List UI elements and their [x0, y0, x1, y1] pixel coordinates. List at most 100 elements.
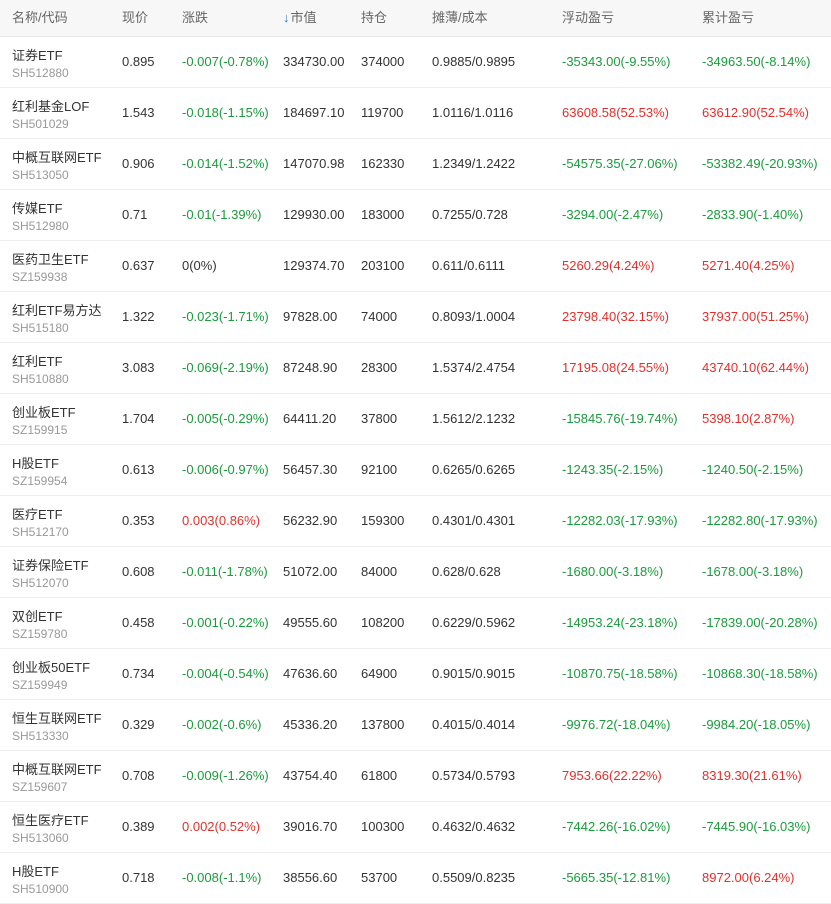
change-cell: -0.018(-1.15%) [182, 105, 269, 120]
float-pl-cell: -5665.35(-12.81%) [562, 870, 671, 885]
cost-cell: 0.4301/0.4301 [432, 513, 516, 528]
holding-cell: 74000 [361, 309, 398, 324]
cum-pl-cell: 8972.00(6.24%) [702, 870, 795, 885]
fund-name[interactable]: H股ETF [12, 453, 59, 472]
change-cell: -0.002(-0.6%) [182, 717, 262, 732]
fund-name[interactable]: 证券保险ETF [12, 555, 89, 574]
fund-code: SH510880 [12, 372, 69, 386]
table-row[interactable]: 恒生互联网ETF SH513330 0.329 -0.002(-0.6%) 45336.… [0, 700, 831, 751]
table-row[interactable]: 红利基金LOF SH501029 1.543 -0.018(-1.15%) 184697… [0, 88, 831, 139]
market-value-cell: 39016.70 [283, 819, 338, 834]
float-pl-cell: 17195.08(24.55%) [562, 360, 669, 375]
price-cell: 0.895 [122, 54, 155, 69]
float-pl-cell: -1680.00(-3.18%) [562, 564, 664, 579]
fund-name[interactable]: 中概互联网ETF [12, 147, 102, 166]
table-row[interactable]: 恒生医疗ETF SH513060 0.389 0.002(0.52%) 39016.70… [0, 802, 831, 853]
fund-code: SH513330 [12, 729, 69, 743]
table-row[interactable]: 医药卫生ETF SZ159938 0.637 0(0%) 129374.70 203100… [0, 241, 831, 292]
holding-cell: 53700 [361, 870, 398, 885]
market-value-cell: 129930.00 [283, 207, 345, 222]
market-value-cell: 97828.00 [283, 309, 338, 324]
fund-code: SH512170 [12, 525, 69, 539]
fund-name[interactable]: 传媒ETF [12, 198, 63, 217]
table-row[interactable]: H股ETF SH510900 0.718 -0.008(-1.1%) 38556.60 5… [0, 853, 831, 904]
fund-name[interactable]: 红利ETF [12, 351, 63, 370]
change-cell: -0.007(-0.78%) [182, 54, 269, 69]
float-pl-cell: -54575.35(-27.06%) [562, 156, 678, 171]
cost-cell: 1.5612/2.1232 [432, 411, 516, 426]
table-header: 名称/代码 现价 涨跌 ↓市值 持仓 摊薄/成本 浮动盈亏 累计盈亏 [0, 0, 831, 37]
change-cell: 0.002(0.52%) [182, 819, 261, 834]
fund-code: SH501029 [12, 117, 69, 131]
fund-code: SH512070 [12, 576, 69, 590]
table-row[interactable]: 证券ETF SH512880 0.895 -0.007(-0.78%) 334730.0… [0, 37, 831, 88]
price-cell: 3.083 [122, 360, 155, 375]
fund-name[interactable]: 双创ETF [12, 606, 63, 625]
cost-cell: 0.7255/0.728 [432, 207, 508, 222]
fund-name[interactable]: 红利ETF易方达 [12, 300, 102, 319]
table-row[interactable]: 传媒ETF SH512980 0.71 -0.01(-1.39%) 129930.00 1… [0, 190, 831, 241]
market-value-cell: 184697.10 [283, 105, 345, 120]
market-value-cell: 49555.60 [283, 615, 338, 630]
fund-name[interactable]: H股ETF [12, 861, 59, 880]
cost-cell: 0.9885/0.9895 [432, 54, 516, 69]
price-cell: 0.708 [122, 768, 155, 783]
change-cell: -0.006(-0.97%) [182, 462, 269, 477]
fund-name[interactable]: 中概互联网ETF [12, 759, 102, 778]
float-pl-cell: -9976.72(-18.04%) [562, 717, 671, 732]
market-value-cell: 147070.98 [283, 156, 345, 171]
cum-pl-cell: -1678.00(-3.18%) [702, 564, 804, 579]
cost-cell: 0.611/0.6111 [432, 258, 506, 273]
price-cell: 0.734 [122, 666, 155, 681]
float-pl-cell: -1243.35(-2.15%) [562, 462, 664, 477]
fund-name[interactable]: 创业板ETF [12, 402, 76, 421]
fund-code: SH513050 [12, 168, 69, 182]
table-row[interactable]: 双创ETF SZ159780 0.458 -0.001(-0.22%) 49555.60… [0, 598, 831, 649]
fund-name[interactable]: 医疗ETF [12, 504, 63, 523]
holding-cell: 162330 [361, 156, 405, 171]
table-row[interactable]: 中概互联网ETF SH513050 0.906 -0.014(-1.52%) 14707… [0, 139, 831, 190]
change-cell: -0.004(-0.54%) [182, 666, 269, 681]
holding-cell: 28300 [361, 360, 398, 375]
fund-code: SZ159915 [12, 423, 68, 437]
holding-cell: 100300 [361, 819, 405, 834]
fund-name[interactable]: 红利基金LOF [12, 96, 89, 115]
cum-pl-cell: -10868.30(-18.58%) [702, 666, 818, 681]
change-cell: -0.069(-2.19%) [182, 360, 269, 375]
cum-pl-cell: 5271.40(4.25%) [702, 258, 795, 273]
table-row[interactable]: 创业板ETF SZ159915 1.704 -0.005(-0.29%) 64411.2… [0, 394, 831, 445]
cost-cell: 0.9015/0.9015 [432, 666, 516, 681]
holding-cell: 37800 [361, 411, 398, 426]
table-row[interactable]: H股ETF SZ159954 0.613 -0.006(-0.97%) 56457.30… [0, 445, 831, 496]
table-row[interactable]: 红利ETF易方达 SH515180 1.322 -0.023(-1.71%) 97828… [0, 292, 831, 343]
fund-name[interactable]: 创业板50ETF [12, 657, 90, 676]
price-cell: 0.613 [122, 462, 155, 477]
change-cell: -0.001(-0.22%) [182, 615, 269, 630]
fund-name[interactable]: 恒生互联网ETF [12, 708, 102, 727]
cost-cell: 0.5509/0.8235 [432, 870, 516, 885]
fund-name[interactable]: 恒生医疗ETF [12, 810, 89, 829]
change-cell: -0.005(-0.29%) [182, 411, 269, 426]
table-row[interactable]: 医疗ETF SH512170 0.353 0.003(0.86%) 56232.90 15… [0, 496, 831, 547]
fund-name[interactable]: 医药卫生ETF [12, 249, 89, 268]
table-row[interactable]: 创业板50ETF SZ159949 0.734 -0.004(-0.54%) 47636… [0, 649, 831, 700]
market-value-cell: 56457.30 [283, 462, 338, 477]
fund-name[interactable]: 证券ETF [12, 45, 63, 64]
fund-code: SZ159949 [12, 678, 68, 692]
table-row[interactable]: 证券保险ETF SH512070 0.608 -0.011(-1.78%) 51072.… [0, 547, 831, 598]
cost-cell: 1.5374/2.4754 [432, 360, 516, 375]
price-cell: 0.389 [122, 819, 155, 834]
price-cell: 0.608 [122, 564, 155, 579]
cost-cell: 0.4632/0.4632 [432, 819, 516, 834]
float-pl-cell: 63608.58(52.53%) [562, 105, 669, 120]
cum-pl-cell: -34963.50(-8.14%) [702, 54, 811, 69]
price-cell: 1.543 [122, 105, 155, 120]
change-cell: -0.011(-1.78%) [182, 564, 268, 579]
table-row[interactable]: 中概互联网ETF SZ159607 0.708 -0.009(-1.26%) 43754… [0, 751, 831, 802]
price-cell: 1.322 [122, 309, 155, 324]
cost-cell: 1.2349/1.2422 [432, 156, 516, 171]
fund-code: SH512880 [12, 66, 69, 80]
fund-code: SZ159607 [12, 780, 68, 794]
float-pl-cell: -7442.26(-16.02%) [562, 819, 671, 834]
table-row[interactable]: 红利ETF SH510880 3.083 -0.069(-2.19%) 87248.90… [0, 343, 831, 394]
